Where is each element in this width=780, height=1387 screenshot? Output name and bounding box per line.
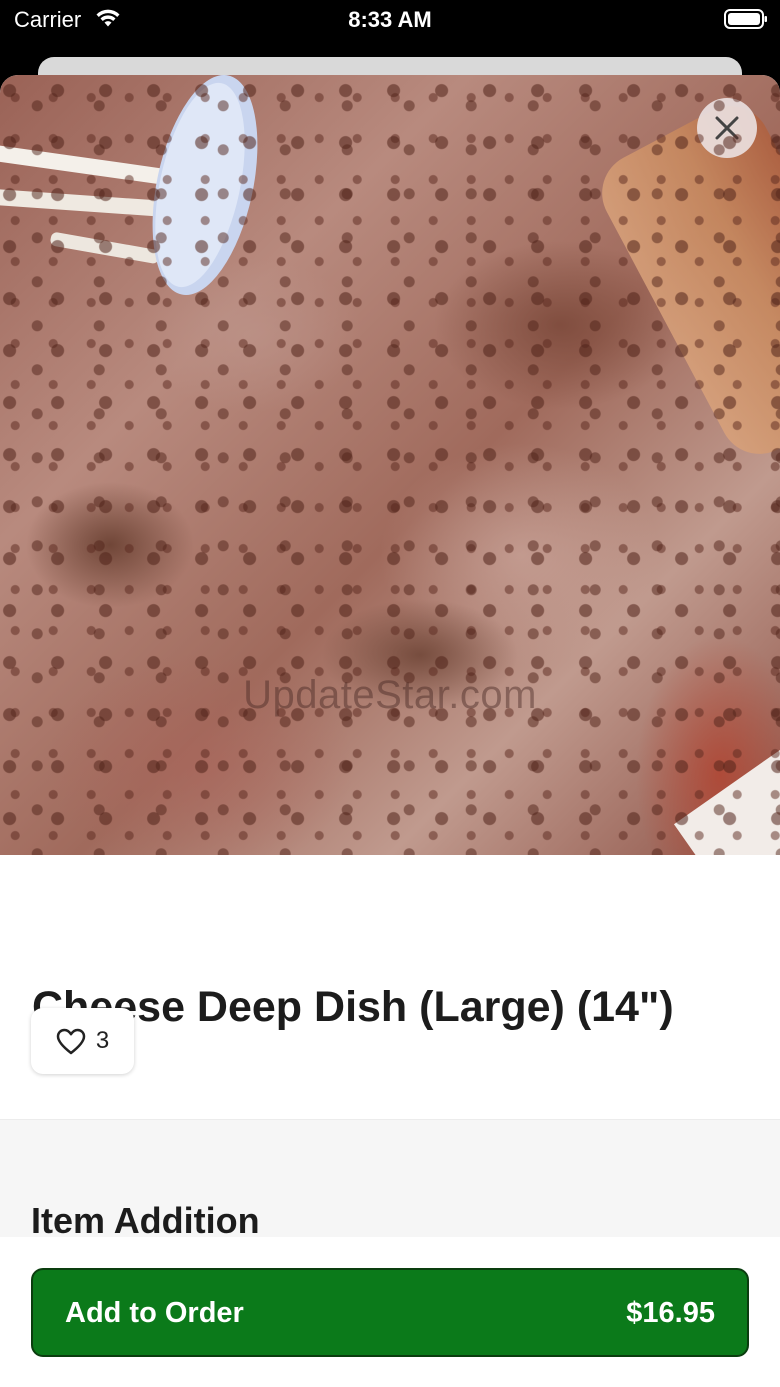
watermark: UpdateStar.com [243, 673, 537, 717]
plate-edge [673, 743, 780, 855]
close-button[interactable] [697, 98, 757, 158]
battery-icon [724, 9, 767, 29]
order-price: $16.95 [626, 1297, 715, 1329]
add-to-order-label: Add to Order [65, 1297, 244, 1329]
clock-time: 8:33 AM [348, 7, 432, 32]
add-to-order-button[interactable]: Add to Order $16.95 [31, 1268, 749, 1357]
item-info: Cheese Deep Dish (Large) (14") 3 [0, 855, 780, 1120]
like-count: 3 [95, 1027, 110, 1054]
section-title: Item Addition [31, 1200, 260, 1241]
pizza-crust [588, 92, 780, 468]
item-photo: UpdateStar.com [0, 75, 780, 855]
pizza-saver-utensil [0, 75, 258, 296]
status-bar: Carrier 8:33 AM [0, 0, 780, 40]
like-button[interactable]: 3 [31, 1008, 134, 1074]
heart-icon [56, 1028, 86, 1054]
item-detail-sheet: UpdateStar.com Cheese Deep Dish (Large) … [0, 75, 780, 1387]
bottom-action-bar: Add to Order $16.95 [0, 1237, 780, 1387]
close-icon [715, 116, 739, 140]
item-addition-section: Item Addition [0, 1119, 780, 1241]
